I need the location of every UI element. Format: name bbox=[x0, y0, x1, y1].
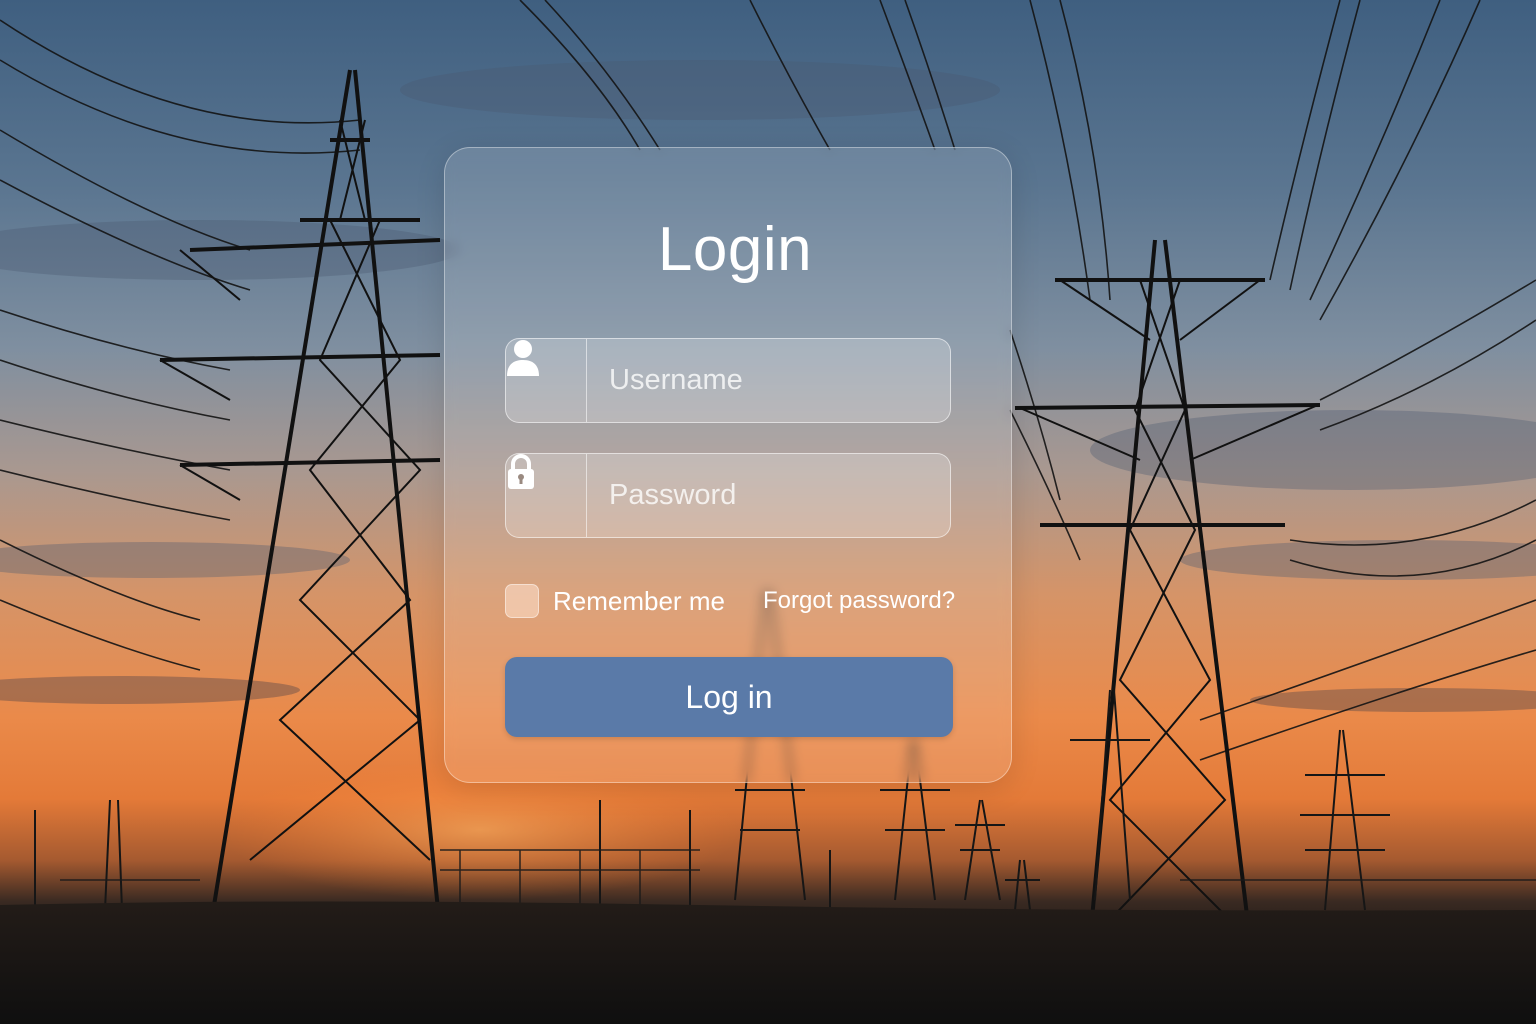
password-field[interactable] bbox=[505, 453, 951, 538]
login-button[interactable]: Log in bbox=[505, 657, 953, 737]
username-field[interactable] bbox=[505, 338, 951, 423]
user-icon bbox=[507, 340, 539, 376]
lock-icon bbox=[508, 454, 534, 489]
forgot-password-link[interactable]: Forgot password? bbox=[763, 584, 955, 618]
login-card: Login Remember me Fo bbox=[444, 147, 1012, 783]
password-icon-cell bbox=[506, 454, 587, 537]
remember-me-label[interactable]: Remember me bbox=[553, 584, 725, 618]
username-input[interactable] bbox=[609, 339, 939, 422]
password-input[interactable] bbox=[609, 454, 939, 537]
login-title: Login bbox=[657, 215, 813, 284]
background-photo: Login Remember me Fo bbox=[0, 0, 1536, 1024]
username-icon-cell bbox=[506, 339, 587, 422]
remember-me-checkbox[interactable] bbox=[505, 584, 539, 618]
